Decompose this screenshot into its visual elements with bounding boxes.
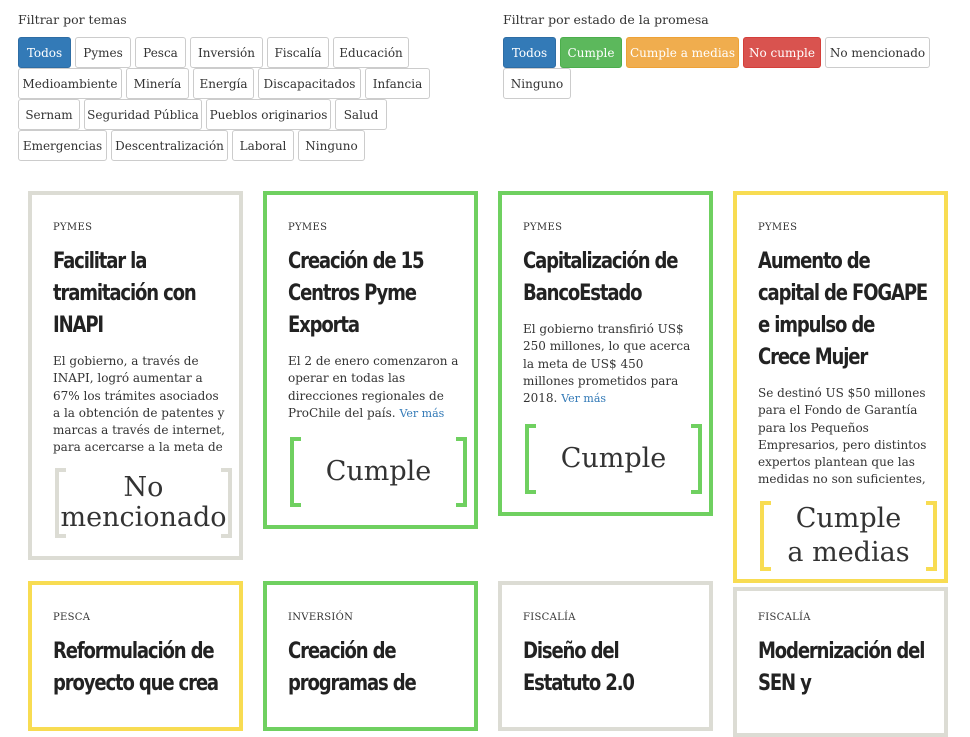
promise-card[interactable]: INVERSIÓN Creación de programas de bbox=[263, 581, 478, 731]
topic-filter-title: Filtrar por temas bbox=[18, 12, 127, 27]
card-category: PESCA bbox=[53, 612, 91, 623]
card-title: Reformulación de proyecto que crea bbox=[53, 639, 219, 696]
topic-filter-laboral[interactable]: Laboral bbox=[232, 130, 294, 161]
promise-card[interactable]: PYMES Facilitar la tramitación con INAPI… bbox=[28, 191, 243, 560]
promise-card[interactable]: FISCALÍA Modernización del SEN y bbox=[733, 587, 948, 737]
status-stamp: Cumple a medias bbox=[760, 501, 937, 571]
topic-filter-pymes[interactable]: Pymes bbox=[75, 37, 131, 68]
card-category: FISCALÍA bbox=[523, 612, 576, 623]
topic-filter-todos[interactable]: Todos bbox=[18, 37, 71, 68]
topic-filter-mineria[interactable]: Minería bbox=[126, 68, 189, 99]
topic-filter-ninguno[interactable]: Ninguno bbox=[298, 130, 365, 161]
promise-card[interactable]: PYMES Creación de 15 Centros Pyme Export… bbox=[263, 191, 478, 529]
card-category: PYMES bbox=[53, 222, 93, 233]
card-text: El gobierno, a través de INAPI, logró au… bbox=[53, 354, 225, 455]
status-filter-no-mencionado[interactable]: No mencionado bbox=[825, 37, 930, 68]
topic-filter-infancia[interactable]: Infancia bbox=[365, 68, 430, 99]
card-text: Se destinó US $50 millones para el Fondo… bbox=[758, 386, 927, 487]
card-title: Capitalización de BancoEstado bbox=[523, 249, 679, 306]
topic-filter-educacion[interactable]: Educación bbox=[333, 37, 409, 68]
topic-filter-pesca[interactable]: Pesca bbox=[135, 37, 186, 68]
topic-filter-fiscalia[interactable]: Fiscalía bbox=[267, 37, 329, 68]
topic-filter-inversion[interactable]: Inversión bbox=[190, 37, 263, 68]
card-category: INVERSIÓN bbox=[288, 612, 354, 623]
topic-filter-descentralizacion[interactable]: Descentralización bbox=[111, 130, 228, 161]
topic-filter-discapacitados[interactable]: Discapacitados bbox=[258, 68, 361, 99]
status-stamp: Cumple bbox=[290, 437, 467, 507]
status-filter-cumple[interactable]: Cumple bbox=[560, 37, 622, 68]
read-more-link[interactable]: Ver más bbox=[399, 407, 444, 420]
card-title: Aumento de capital de FOGAPE e impulso d… bbox=[758, 249, 928, 370]
status-filter-no-cumple[interactable]: No cumple bbox=[743, 37, 821, 68]
status-filter-title: Filtrar por estado de la promesa bbox=[503, 12, 709, 27]
status-filter-todos[interactable]: Todos bbox=[503, 37, 556, 68]
topic-filter-pueblos-originarios[interactable]: Pueblos originarios bbox=[206, 99, 331, 130]
promise-card[interactable]: PYMES Capitalización de BancoEstado El g… bbox=[498, 191, 713, 516]
status-stamp: No mencionado bbox=[55, 468, 232, 538]
card-category: PYMES bbox=[288, 222, 328, 233]
topic-filter-energia[interactable]: Energía bbox=[193, 68, 254, 99]
promise-card[interactable]: FISCALÍA Diseño del Estatuto 2.0 bbox=[498, 581, 713, 731]
status-stamp: Cumple bbox=[525, 424, 702, 494]
card-category: PYMES bbox=[523, 222, 563, 233]
card-title: Modernización del SEN y bbox=[758, 639, 925, 696]
card-category: PYMES bbox=[758, 222, 798, 233]
card-text: El gobierno transfirió US$ 250 millones,… bbox=[523, 322, 691, 406]
topic-filter-medioambiente[interactable]: Medioambiente bbox=[18, 68, 122, 99]
card-title: Creación de programas de bbox=[288, 639, 417, 696]
topic-filter-salud[interactable]: Salud bbox=[335, 99, 387, 130]
topic-filter-emergencias[interactable]: Emergencias bbox=[18, 130, 107, 161]
card-title: Facilitar la tramitación con INAPI bbox=[53, 249, 197, 338]
status-filter-cumple-a-medias[interactable]: Cumple a medias bbox=[626, 37, 739, 68]
promise-card[interactable]: PYMES Aumento de capital de FOGAPE e imp… bbox=[733, 191, 948, 583]
topic-filter-sernam[interactable]: Sernam bbox=[18, 99, 80, 130]
status-filter-ninguno[interactable]: Ninguno bbox=[503, 68, 571, 99]
topic-filter-seguridad-publica[interactable]: Seguridad Pública bbox=[84, 99, 202, 130]
read-more-link[interactable]: Ver más bbox=[561, 392, 606, 405]
card-text: El 2 de enero comenzaron a operar en tod… bbox=[288, 354, 459, 420]
promise-card[interactable]: PESCA Reformulación de proyecto que crea bbox=[28, 581, 243, 731]
card-title: Diseño del Estatuto 2.0 bbox=[523, 639, 635, 696]
card-category: FISCALÍA bbox=[758, 612, 811, 623]
card-title: Creación de 15 Centros Pyme Exporta bbox=[288, 249, 425, 338]
